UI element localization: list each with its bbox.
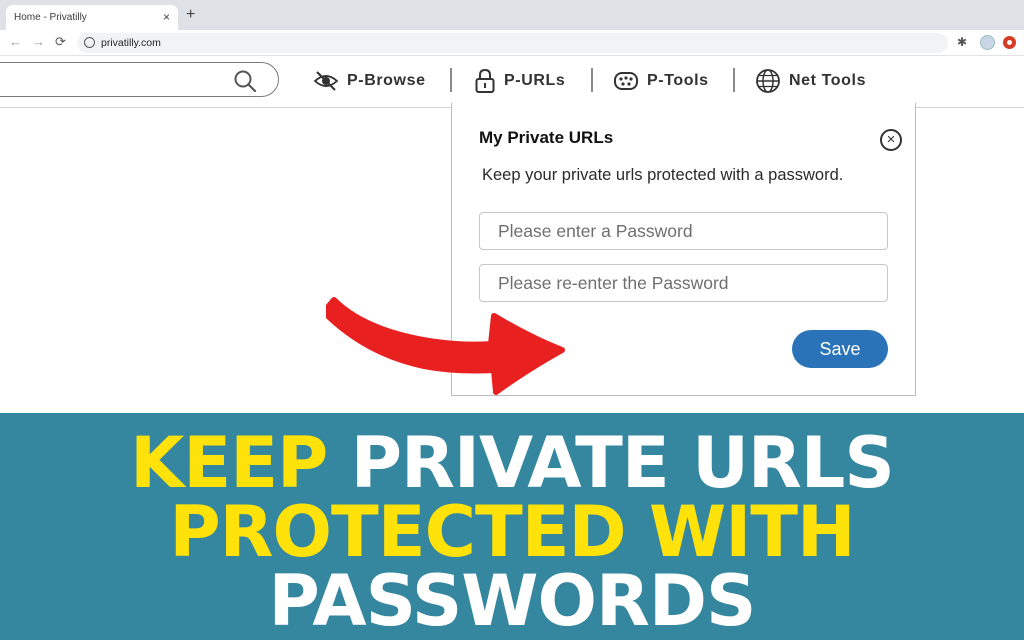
nav-net-tools[interactable]: Net Tools xyxy=(755,66,866,96)
banner-headline-line-2: PROTECTED WITH xyxy=(169,491,855,573)
tools-icon xyxy=(614,72,638,90)
address-bar[interactable]: privatilly.com xyxy=(77,33,948,53)
banner-headline-line-1: KEEP PRIVATE URLS xyxy=(0,427,1024,499)
browser-tab[interactable]: Home - Privatilly × xyxy=(6,5,178,30)
url-text[interactable]: privatilly.com xyxy=(101,37,161,49)
close-icon[interactable]: × xyxy=(880,129,902,151)
banner-headline-line-3: PASSWORDS xyxy=(268,560,757,640)
tab-close-icon[interactable]: × xyxy=(163,10,170,24)
browser-tabstrip: Home - Privatilly × + xyxy=(0,0,1024,30)
search-icon[interactable] xyxy=(233,69,257,93)
modal-description: Keep your private urls protected with a … xyxy=(482,166,844,184)
eye-slash-icon xyxy=(313,71,339,91)
forward-button[interactable]: → xyxy=(32,34,45,50)
save-button[interactable]: Save xyxy=(792,330,888,368)
lock-icon xyxy=(475,68,495,93)
password-input[interactable] xyxy=(479,212,888,250)
back-button[interactable]: ← xyxy=(9,34,22,50)
site-info-icon[interactable] xyxy=(84,37,95,48)
red-arrow-graphic xyxy=(326,297,565,395)
nav-divider xyxy=(591,68,593,92)
modal-title: My Private URLs xyxy=(479,128,614,147)
extensions-puzzle-icon[interactable]: ✱ xyxy=(957,35,967,49)
nav-p-urls[interactable]: P-URLs xyxy=(474,66,565,96)
nav-divider xyxy=(450,68,452,92)
tab-title: Home - Privatilly xyxy=(14,12,87,23)
nav-label: P-Browse xyxy=(347,72,426,89)
new-tab-button[interactable]: + xyxy=(186,6,195,24)
reload-button[interactable]: ⟳ xyxy=(55,34,66,50)
nav-p-tools[interactable]: P-Tools xyxy=(613,66,709,96)
globe-icon xyxy=(756,69,780,93)
extension-icon[interactable] xyxy=(1003,36,1016,49)
profile-avatar[interactable] xyxy=(980,35,995,50)
browser-toolbar: ← → ⟳ privatilly.com xyxy=(0,30,1024,56)
nav-p-browse[interactable]: P-Browse xyxy=(313,66,426,96)
promo-banner: KEEP PRIVATE URLS PROTECTED WITH PASSWOR… xyxy=(0,413,1024,640)
nav-label: P-Tools xyxy=(647,72,709,89)
nav-label: P-URLs xyxy=(504,72,566,89)
nav-divider xyxy=(733,68,735,92)
nav-label: Net Tools xyxy=(789,72,867,89)
